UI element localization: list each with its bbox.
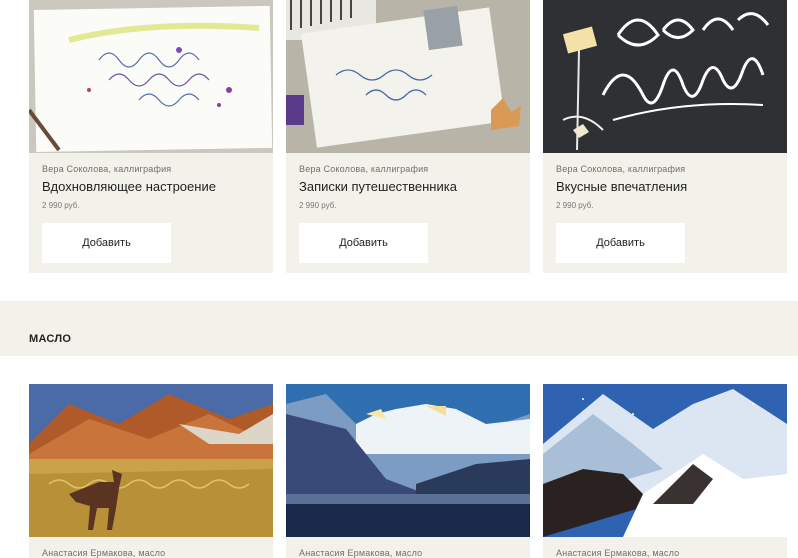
product-image[interactable]: [286, 384, 530, 537]
calligraphy-products-row: Вера Соколова, каллиграфия Вдохновляющее…: [29, 0, 787, 273]
section-title: МАСЛО: [29, 333, 72, 345]
product-author: Анастасия Ермакова, масло: [299, 548, 423, 558]
product-title[interactable]: Записки путешественника: [299, 179, 517, 195]
product-card: Вера Соколова, каллиграфия Вкусные впеча…: [543, 0, 787, 273]
section-header-band: МАСЛО: [0, 301, 798, 356]
product-author: Анастасия Ермакова, масло: [42, 548, 166, 558]
product-price: 2 990 руб.: [556, 201, 594, 210]
product-image[interactable]: [543, 384, 787, 537]
product-author: Вера Соколова, каллиграфия: [42, 164, 172, 174]
product-image[interactable]: [286, 0, 530, 153]
product-card: Анастасия Ермакова, масло: [286, 384, 530, 558]
product-author: Анастасия Ермакова, масло: [556, 548, 680, 558]
product-author: Вера Соколова, каллиграфия: [556, 164, 686, 174]
product-title[interactable]: Вдохновляющее настроение: [42, 179, 260, 195]
product-card: Вера Соколова, каллиграфия Вдохновляющее…: [29, 0, 273, 273]
oil-products-row: Анастасия Ермакова, масло Анастасия Ерма…: [29, 384, 787, 558]
product-image[interactable]: [29, 0, 273, 153]
add-to-cart-button[interactable]: Добавить: [556, 223, 685, 263]
add-to-cart-button[interactable]: Добавить: [42, 223, 171, 263]
product-image[interactable]: [29, 384, 273, 537]
product-price: 2 990 руб.: [299, 201, 337, 210]
product-card: Вера Соколова, каллиграфия Записки путеш…: [286, 0, 530, 273]
product-card: Анастасия Ермакова, масло: [29, 384, 273, 558]
product-title[interactable]: Вкусные впечатления: [556, 179, 774, 195]
product-image[interactable]: [543, 0, 787, 153]
add-to-cart-button[interactable]: Добавить: [299, 223, 428, 263]
product-card: Анастасия Ермакова, масло: [543, 384, 787, 558]
product-price: 2 990 руб.: [42, 201, 80, 210]
product-author: Вера Соколова, каллиграфия: [299, 164, 429, 174]
